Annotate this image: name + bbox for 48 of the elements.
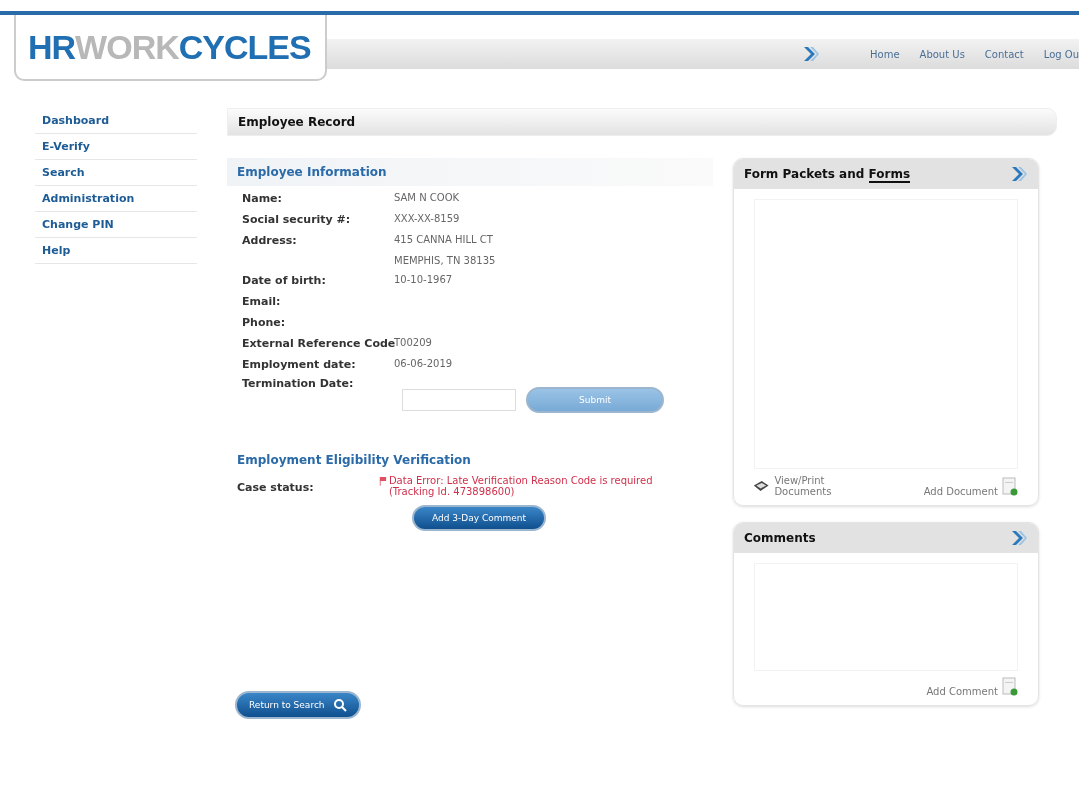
field-label: External Reference Code xyxy=(242,337,394,350)
field-value: 10-10-1967 xyxy=(394,274,454,285)
field-label: Date of birth: xyxy=(242,274,327,287)
field-value: T00209 xyxy=(394,337,433,348)
status-text: Data Error: Late Verification Reason Code is required (Tracking Id. 473898600) xyxy=(388,475,654,497)
logo: HRWORKCYCLES xyxy=(14,15,327,81)
sidebar-item[interactable]: Dashboard xyxy=(35,108,197,134)
nav-link[interactable]: About Us xyxy=(919,48,965,60)
chevron-icon[interactable] xyxy=(1010,529,1028,547)
page-title: Employee Record xyxy=(227,108,1057,136)
field-value: SAM N COOK xyxy=(394,192,461,203)
chevron-icon[interactable] xyxy=(802,45,821,63)
chevron-icon[interactable] xyxy=(1010,165,1028,183)
field-label: Social security #: xyxy=(242,213,352,226)
add-comment-icon[interactable] xyxy=(1002,677,1018,697)
section-title: Employment Eligibility Verification xyxy=(237,453,472,467)
nav-link[interactable]: Log Ou xyxy=(1043,48,1079,60)
sidebar-item[interactable]: E-Verify xyxy=(35,134,197,160)
return-button[interactable]: Return to Search xyxy=(235,691,361,719)
flag-icon xyxy=(379,475,387,487)
field-label: Address: xyxy=(242,234,298,249)
panel-title: Form Packets and xyxy=(744,167,865,181)
field-label: Employment date: xyxy=(242,358,357,371)
field-value: 06-06-2019 xyxy=(394,358,454,369)
field-value: 415 CANNA HILL CT xyxy=(394,234,494,245)
field-label: Termination Date: xyxy=(242,377,355,390)
nav-link[interactable]: Contact xyxy=(984,48,1024,60)
sidebar-item[interactable]: Help xyxy=(35,238,197,264)
sidebar-item[interactable]: Administration xyxy=(35,186,197,212)
field-label: Name: xyxy=(242,192,283,205)
search-icon xyxy=(332,698,347,712)
field-label: Phone: xyxy=(242,316,287,329)
field-value: MEMPHIS, TN 38135 xyxy=(394,255,497,266)
section-header: Employee Information xyxy=(227,158,713,186)
date-field[interactable] xyxy=(402,389,516,411)
sidebar-item[interactable]: Change PIN xyxy=(35,212,197,238)
field-label: Email: xyxy=(242,295,282,308)
forms-tab[interactable]: Forms xyxy=(868,167,911,183)
nav-link[interactable]: Home xyxy=(870,48,900,60)
field-value: XXX-XX-8159 xyxy=(394,213,461,224)
field-label: Case status: xyxy=(237,480,315,496)
add-comment-link[interactable]: Add Comment xyxy=(926,686,998,697)
add-document-icon[interactable] xyxy=(1002,477,1018,497)
panel-title: Comments xyxy=(744,531,816,545)
add-document-link[interactable]: Add Document xyxy=(923,486,998,497)
add-comment-button[interactable]: Add 3-Day Comment xyxy=(412,505,546,531)
sidebar-item[interactable]: Search xyxy=(35,160,197,186)
view-print-link[interactable]: View/Print Documents xyxy=(774,475,842,497)
